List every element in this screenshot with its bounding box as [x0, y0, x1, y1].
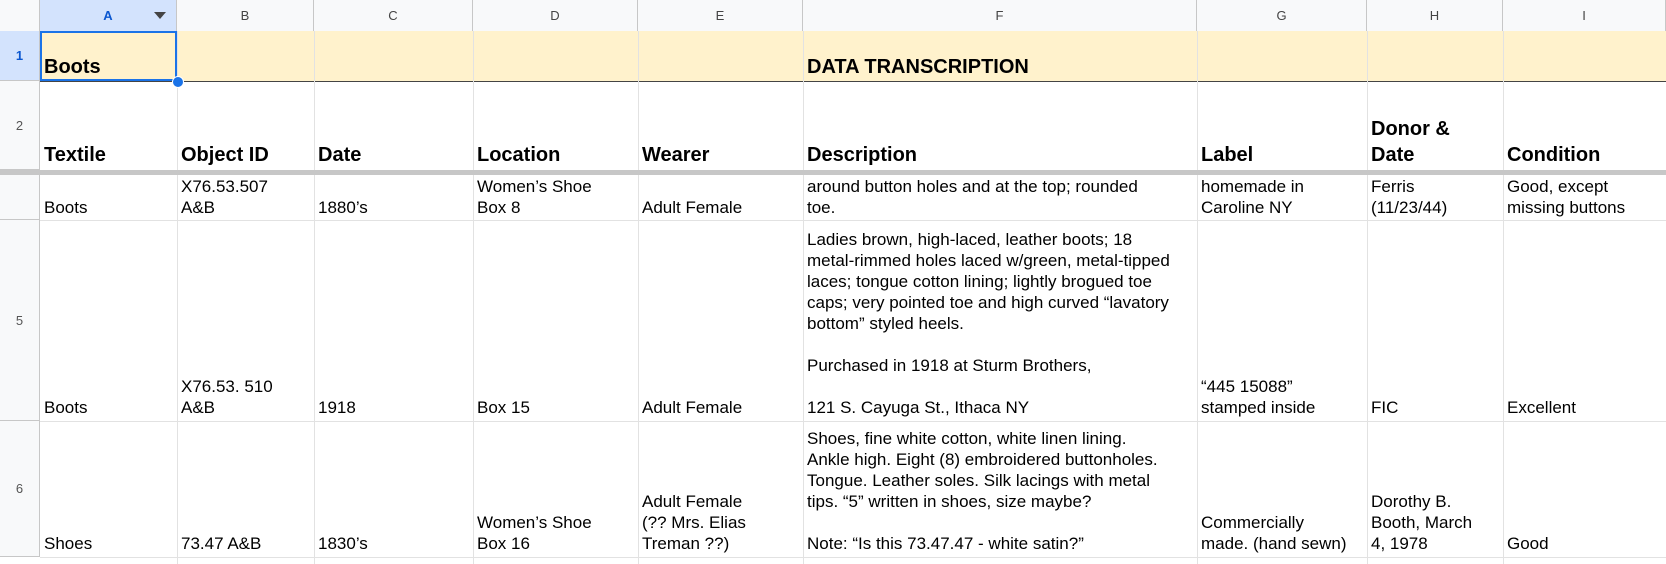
select-all-corner[interactable]	[0, 0, 40, 31]
row-header-5[interactable]: 5	[0, 220, 40, 421]
column-label: D	[550, 8, 560, 23]
table-cell[interactable]: Good	[1503, 421, 1666, 557]
active-cell-selection	[40, 31, 177, 81]
table-cell[interactable]: homemade in Caroline NY	[1197, 175, 1367, 220]
row-header-6[interactable]: 6	[0, 421, 40, 557]
grid-line	[40, 557, 1666, 558]
column-header-g[interactable]: G	[1197, 0, 1367, 31]
column-label: H	[1429, 8, 1440, 23]
table-cell[interactable]: Women’s Shoe Box 8	[473, 175, 638, 220]
table-cell[interactable]: Ladies brown, high-laced, leather boots;…	[803, 220, 1197, 421]
column-label: C	[388, 8, 398, 23]
table-cell[interactable]: Women’s Shoe Box 16	[473, 421, 638, 557]
column-label: F	[995, 8, 1004, 23]
header-location[interactable]: Location	[473, 81, 638, 170]
table-row: Shoes 73.47 A&B 1830’s Women’s Shoe Box …	[40, 421, 1666, 557]
row-label: 6	[15, 481, 24, 496]
column-label: I	[1582, 8, 1586, 23]
row-header-1[interactable]: 1	[0, 31, 40, 81]
table-cell[interactable]: 73.47 A&B	[177, 421, 314, 557]
column-label: B	[240, 8, 250, 23]
header-date[interactable]: Date	[314, 81, 473, 170]
table-cell[interactable]: Adult Female (?? Mrs. Elias Treman ??)	[638, 421, 803, 557]
table-cell[interactable]: Dorothy B. Booth, March 4, 1978	[1367, 421, 1503, 557]
table-cell[interactable]: Shoes	[40, 421, 177, 557]
table-cell[interactable]: X76.53. 510 A&B	[177, 220, 314, 421]
column-header-e[interactable]: E	[638, 0, 803, 31]
row-label: 5	[15, 312, 24, 328]
column-header-f[interactable]: F	[803, 0, 1197, 31]
table-row: Boots X76.53.507 A&B 1880’s Women’s Shoe…	[40, 175, 1666, 220]
header-wearer[interactable]: Wearer	[638, 81, 803, 170]
cell-f1[interactable]: DATA TRANSCRIPTION	[803, 31, 1197, 81]
column-dropdown-icon[interactable]	[154, 12, 166, 19]
table-cell[interactable]: 1880’s	[314, 175, 473, 220]
fill-handle[interactable]	[172, 76, 184, 88]
column-header-bar: A B C D E F G H I	[0, 0, 1666, 32]
row-label: 2	[15, 117, 24, 133]
header-description[interactable]: Description	[803, 81, 1197, 170]
column-header-c[interactable]: C	[314, 0, 473, 31]
header-textile[interactable]: Textile	[40, 81, 177, 170]
column-label: E	[715, 8, 725, 23]
table-cell[interactable]: Shoes, fine white cotton, white linen li…	[803, 421, 1197, 557]
column-label: A	[103, 8, 113, 23]
table-cell[interactable]: 1830’s	[314, 421, 473, 557]
header-object-id[interactable]: Object ID	[177, 81, 314, 170]
row-header-2[interactable]: 2	[0, 81, 40, 170]
header-donor-date[interactable]: Donor & Date	[1367, 81, 1503, 170]
table-cell[interactable]: around button holes and at the top; roun…	[803, 175, 1197, 220]
table-cell[interactable]: Boots	[40, 175, 177, 220]
column-header-i[interactable]: I	[1503, 0, 1666, 31]
column-header-d[interactable]: D	[473, 0, 638, 31]
column-header-h[interactable]: H	[1367, 0, 1503, 31]
column-label: G	[1276, 8, 1287, 23]
row-label: 1	[15, 48, 24, 63]
table-cell[interactable]: Boots	[40, 220, 177, 421]
table-cell[interactable]: X76.53.507 A&B	[177, 175, 314, 220]
header-label[interactable]: Label	[1197, 81, 1367, 170]
table-cell[interactable]: 1918	[314, 220, 473, 421]
table-cell[interactable]: “445 15088” stamped inside	[1197, 220, 1367, 421]
table-cell[interactable]: Adult Female	[638, 175, 803, 220]
table-cell[interactable]: FIC	[1367, 220, 1503, 421]
header-condition[interactable]: Condition	[1503, 81, 1666, 170]
column-header-b[interactable]: B	[177, 0, 314, 31]
table-cell[interactable]: Box 15	[473, 220, 638, 421]
table-cell[interactable]: Ferris (11/23/44)	[1367, 175, 1503, 220]
table-cell[interactable]: Excellent	[1503, 220, 1666, 421]
column-header-a[interactable]: A	[40, 0, 177, 31]
table-cell[interactable]: Adult Female	[638, 220, 803, 421]
table-cell[interactable]: Commercially made. (hand sewn)	[1197, 421, 1367, 557]
table-cell[interactable]: Good, except missing buttons	[1503, 175, 1666, 220]
table-row: Boots X76.53. 510 A&B 1918 Box 15 Adult …	[40, 220, 1666, 421]
row-header-4[interactable]	[0, 175, 40, 220]
